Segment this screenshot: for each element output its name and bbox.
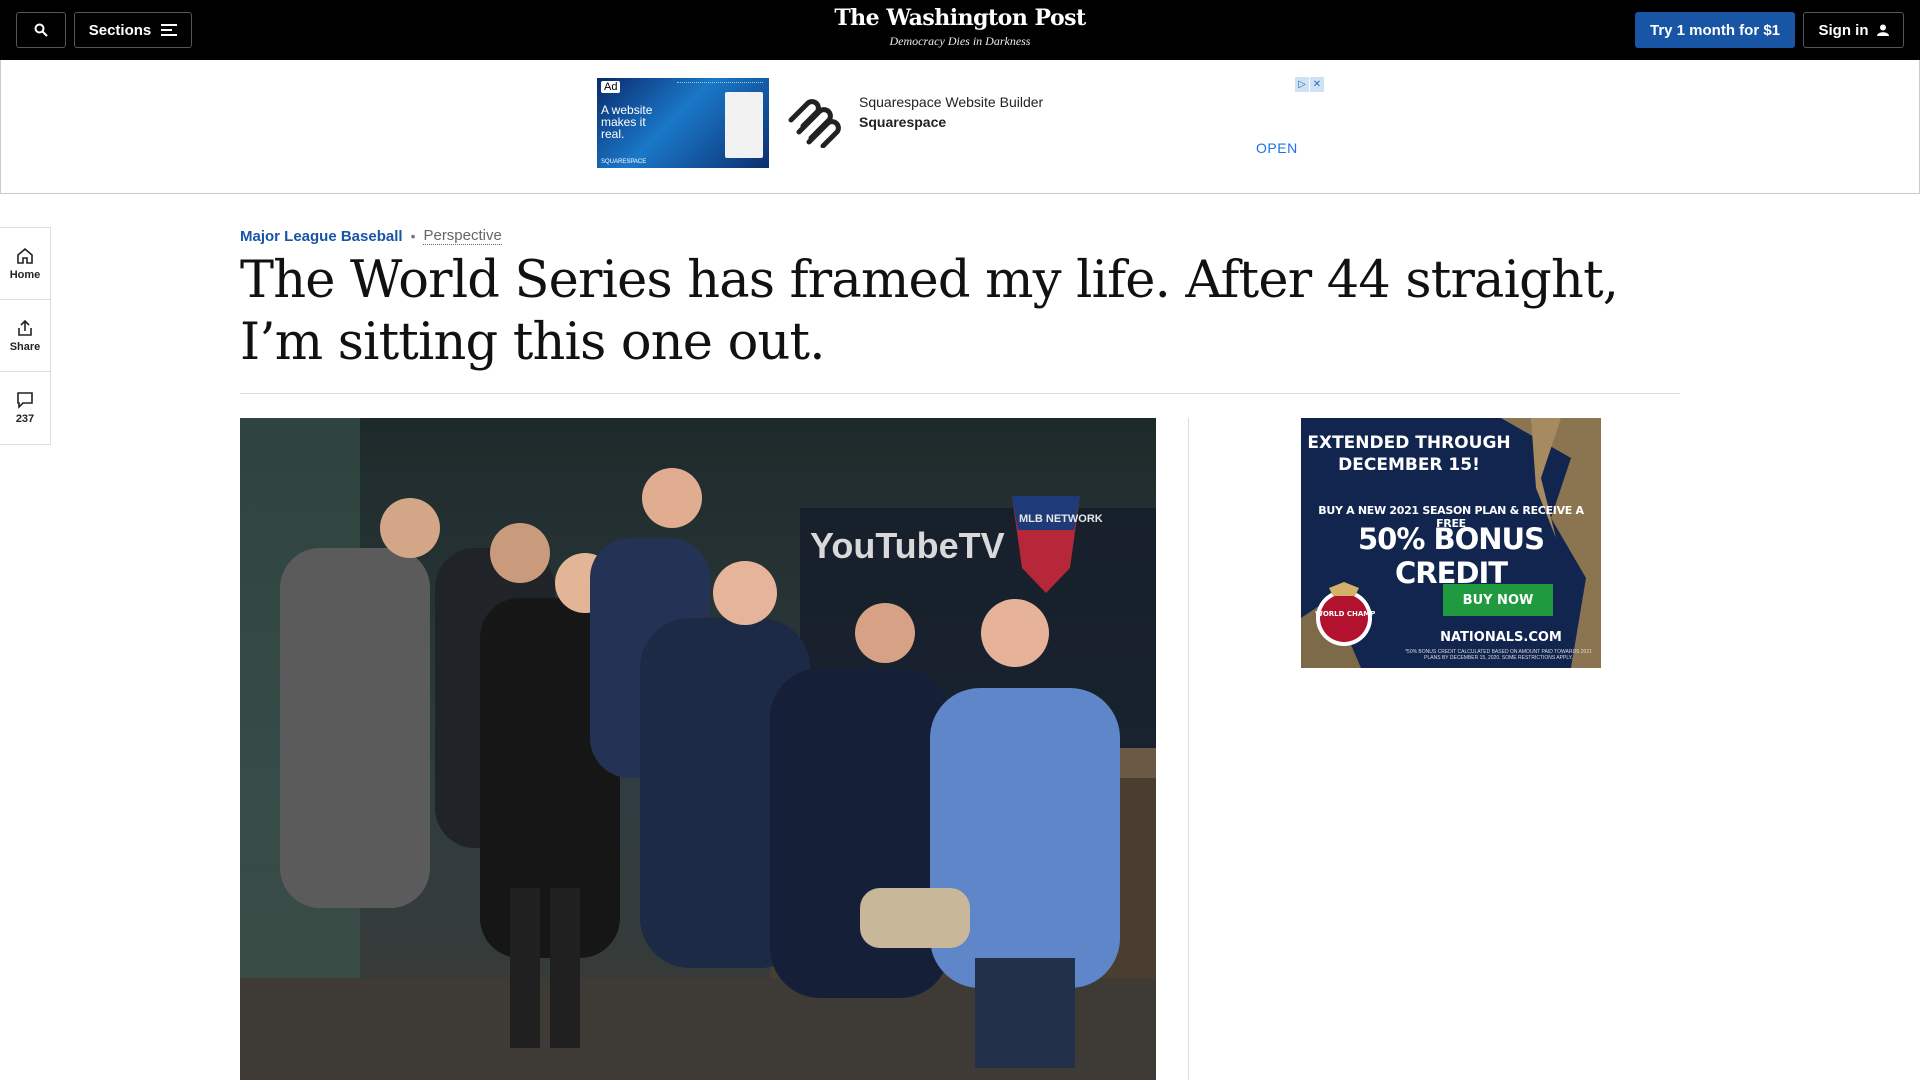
share-icon (18, 319, 32, 336)
sign-in-button[interactable]: Sign in (1803, 12, 1904, 48)
search-icon (34, 23, 48, 37)
subscribe-trial-button[interactable]: Try 1 month for $1 (1635, 12, 1795, 48)
world-champions-badge-icon: 2019 WORLD CHAMPIONS (1313, 582, 1375, 646)
side-ad-headline: EXTENDED THROUGH DECEMBER 15! (1307, 433, 1511, 475)
lead-photo-illustration: YouTubeTV MLB NETWORK (240, 418, 1156, 1080)
masthead[interactable]: The Washington Post Democracy Dies in Da… (760, 5, 1160, 49)
section-link[interactable]: Major League Baseball (240, 228, 403, 245)
photo-wall-brand: YouTubeTV (810, 525, 1005, 566)
left-action-rail: Home Share 237 (0, 227, 51, 445)
headline-divider (240, 393, 1680, 394)
article-headline: The World Series has framed my life. Aft… (240, 251, 1619, 372)
search-button[interactable] (16, 12, 66, 48)
perspective-label[interactable]: Perspective (423, 227, 502, 245)
side-ad-fine-print: *50% BONUS CREDIT CALCULATED BASED ON AM… (1405, 649, 1592, 661)
ad-choices-icon[interactable]: ▷ (1295, 77, 1309, 92)
ad-creative-image[interactable]: Ad A website makes it real. SQUARESPACE (597, 78, 769, 168)
ad-headline[interactable]: Squarespace Website Builder (859, 94, 1043, 110)
top-navigation-bar: Sections The Washington Post Democracy D… (0, 0, 1920, 60)
rail-comments-count: 237 (15, 413, 35, 425)
badge-label: 2019 WORLD CHAMPIONS (1313, 610, 1375, 618)
trial-label: Try 1 month for $1 (1649, 21, 1781, 39)
article-kicker: Major League Baseball • Perspective (240, 227, 502, 245)
home-icon (17, 247, 33, 264)
site-logo[interactable]: The Washington Post (760, 5, 1160, 31)
user-icon (1876, 24, 1889, 36)
ad-mock-screen (725, 92, 763, 158)
ad-creative-brand: SQUARESPACE (601, 159, 647, 165)
ad-open-button[interactable]: OPEN (1256, 140, 1298, 156)
photo-network-logo: MLB NETWORK (1019, 513, 1103, 525)
kicker-separator: • (410, 228, 416, 244)
sections-label: Sections (88, 21, 152, 39)
sign-in-label: Sign in (1818, 21, 1869, 39)
rail-home-label: Home (9, 268, 41, 281)
side-ad-site: NATIONALS.COM (1440, 630, 1562, 645)
nationals-side-ad[interactable]: EXTENDED THROUGH DECEMBER 15! BUY A NEW … (1301, 418, 1601, 668)
sections-button[interactable]: Sections (74, 12, 192, 48)
ad-advertiser[interactable]: Squarespace (859, 114, 946, 130)
ad-mock-nav (677, 82, 763, 86)
ad-tag: Ad (601, 81, 621, 93)
menu-icon (161, 24, 178, 36)
rail-share-button[interactable]: Share (0, 300, 50, 372)
ad-creative-text: A website makes it real. (601, 103, 653, 141)
site-tagline: Democracy Dies in Darkness (889, 34, 1031, 48)
squarespace-logo-icon[interactable] (783, 98, 845, 148)
rail-home-button[interactable]: Home (0, 228, 50, 300)
rail-comments-button[interactable]: 237 (0, 372, 50, 444)
ad-close-icon[interactable]: ✕ (1310, 77, 1324, 92)
ad-choices[interactable]: ▷ ✕ (1295, 77, 1325, 92)
side-ad-buy-button[interactable]: BUY NOW (1443, 584, 1553, 616)
comment-icon (17, 392, 33, 409)
top-ad-banner: Ad A website makes it real. SQUARESPACE … (0, 60, 1920, 194)
lead-photo[interactable]: YouTubeTV MLB NETWORK (240, 418, 1156, 1080)
column-rule (1188, 418, 1189, 1080)
rail-share-label: Share (9, 340, 41, 353)
